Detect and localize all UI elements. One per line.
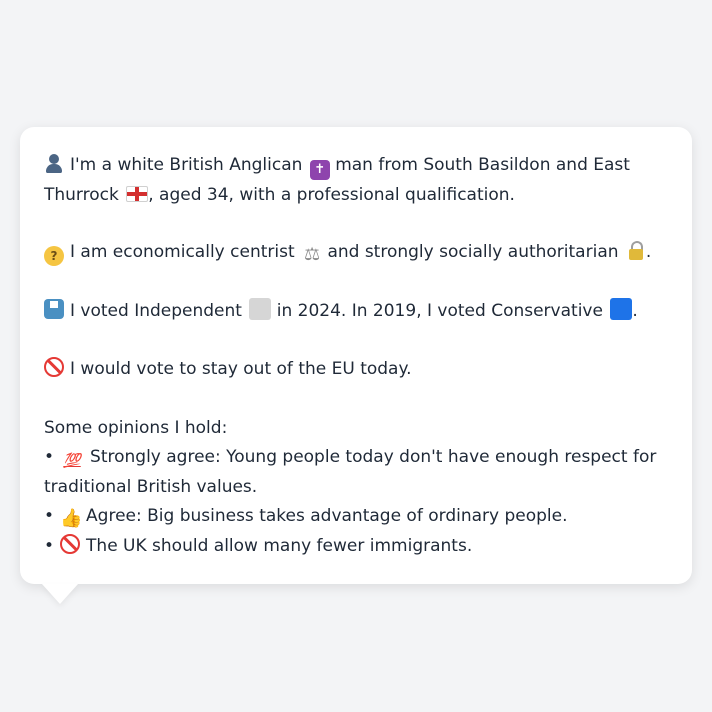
thumbs-up-icon: 👍 xyxy=(60,508,83,529)
identity-line-2: Thurrock , aged 34, with a professional … xyxy=(44,181,668,211)
england-flag-icon xyxy=(126,185,149,202)
bullet: • xyxy=(44,506,55,526)
no-entry-icon xyxy=(44,357,64,377)
political-leaning-paragraph: ? I am economically centrist ⚖ and strong… xyxy=(44,238,668,268)
eu-paragraph: I would vote to stay out of the EU today… xyxy=(44,355,668,385)
conservative-blue-square-icon xyxy=(610,297,633,320)
balance-scale-icon: ⚖ xyxy=(303,244,321,265)
economic-text-b: and strongly socially authoritarian xyxy=(327,242,619,262)
independent-grey-square-icon xyxy=(249,297,272,320)
lock-icon xyxy=(626,240,646,260)
speech-bubble-tail xyxy=(42,584,78,604)
no-entry-icon xyxy=(60,533,81,554)
opinion-item: • 👍 Agree: Big business takes advantage of… xyxy=(44,502,668,532)
identity-text-1: I'm a white British Anglican xyxy=(70,155,303,175)
opinion-item: • The UK should allow many fewer immigran… xyxy=(44,532,668,562)
bullet: • xyxy=(44,535,55,556)
opinion-3-text: The UK should allow many fewer immigrant… xyxy=(86,535,473,556)
thinking-face-icon: ? xyxy=(44,246,64,266)
opinions-heading: Some opinions I hold: xyxy=(44,417,228,438)
opinion-item-continuation: traditional British values. xyxy=(44,473,668,503)
person-silhouette-icon xyxy=(44,153,64,173)
economic-text-a: I am economically centrist xyxy=(70,242,295,262)
identity-text-2a: Thurrock xyxy=(44,184,119,205)
opinion-1-text-line-1: Strongly agree: Young people today don't… xyxy=(90,447,657,467)
ballot-box-icon xyxy=(44,298,64,319)
latin-cross-icon: ✝ xyxy=(309,160,330,180)
vote-text-c: . xyxy=(632,300,638,321)
voting-history-paragraph: I voted Independent in 2024. In 2019, I … xyxy=(44,297,668,327)
eu-text: I would vote to stay out of the EU today… xyxy=(70,359,412,379)
identity-paragraph: I'm a white British Anglican ✝ man from … xyxy=(44,151,668,210)
identity-line-1: I'm a white British Anglican ✝ man from … xyxy=(44,151,668,181)
economic-text-c: . xyxy=(645,242,652,262)
identity-text-1b: man from South Basildon and East xyxy=(335,155,630,175)
vote-text-b: in 2024. In 2019, I voted Conservative xyxy=(276,300,603,321)
hundred-points-icon: 💯 xyxy=(63,453,81,469)
opinion-1-text-line-2: traditional British values. xyxy=(44,476,258,497)
identity-text-2b: , aged 34, with a professional qualifica… xyxy=(148,184,515,205)
opinions-section: Some opinions I hold: • 💯 Strongly agree: … xyxy=(44,414,668,562)
vote-text-a: I voted Independent xyxy=(70,300,242,321)
bullet: • xyxy=(44,447,55,467)
opinion-item: • 💯 Strongly agree: Young people today don… xyxy=(44,443,668,473)
opinion-2-text: Agree: Big business takes advantage of o… xyxy=(86,506,568,526)
persona-card: I'm a white British Anglican ✝ man from … xyxy=(20,127,692,584)
